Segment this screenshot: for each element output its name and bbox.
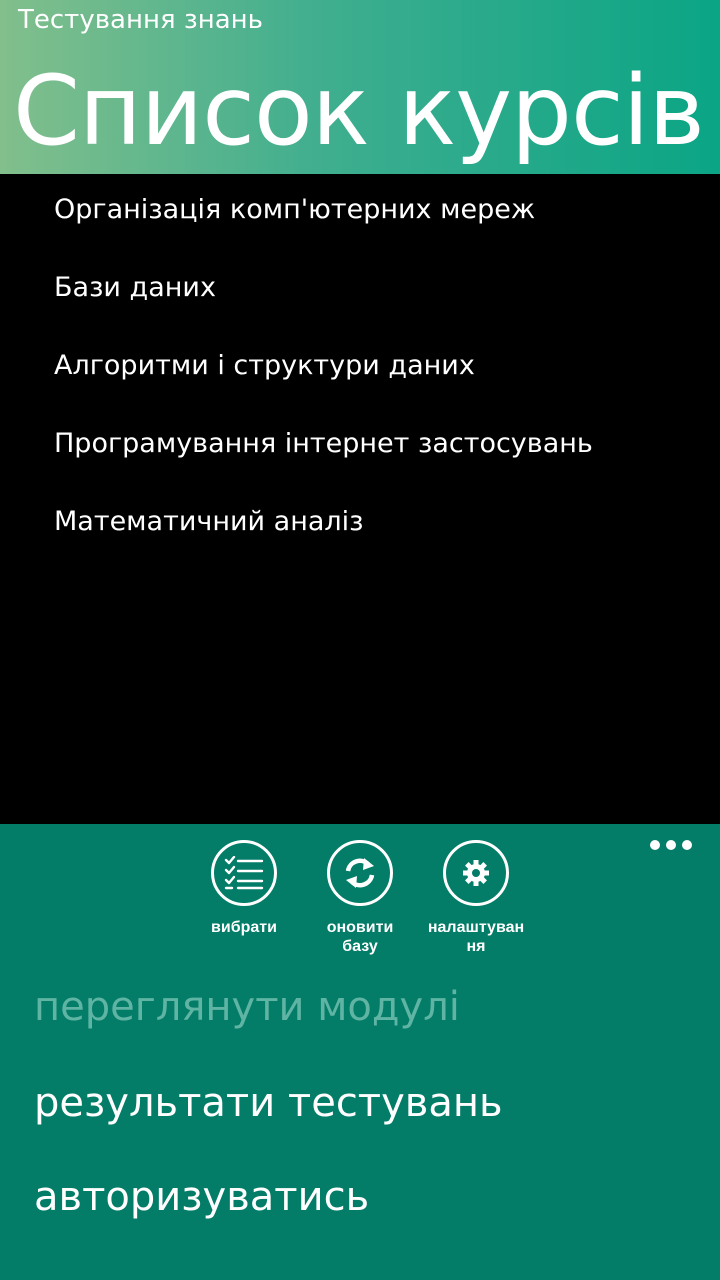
course-list: Організація комп'ютерних мереж Бази дани… [0, 174, 720, 824]
ellipsis-icon [650, 840, 660, 850]
page-title: Список курсів [13, 55, 705, 167]
select-button[interactable]: вибрати [186, 840, 302, 937]
screen: Тестування знань Список курсів Організац… [0, 0, 720, 1280]
refresh-icon [345, 858, 375, 888]
course-item-networks[interactable]: Організація комп'ютерних мереж [54, 194, 535, 225]
app-bar: вибрати оновити базу налаштування перегл… [0, 824, 720, 1280]
app-title: Тестування знань [18, 5, 263, 35]
menu-item-test-results[interactable]: результати тестувань [34, 1080, 503, 1126]
list-check-icon [224, 856, 264, 890]
ellipsis-icon [666, 840, 676, 850]
select-button-circle [211, 840, 277, 906]
menu-item-login[interactable]: авторизуватись [34, 1174, 369, 1220]
select-button-label: вибрати [211, 919, 277, 936]
refresh-button-label: оновити базу [326, 919, 394, 955]
course-item-calculus[interactable]: Математичний аналіз [54, 506, 364, 537]
settings-button-label: налаштування [427, 919, 525, 955]
more-button[interactable] [650, 838, 692, 852]
ellipsis-icon [682, 840, 692, 850]
gear-icon [463, 860, 489, 886]
menu-item-view-modules[interactable]: переглянути модулі [34, 984, 460, 1030]
course-item-databases[interactable]: Бази даних [54, 272, 216, 303]
settings-button-circle [443, 840, 509, 906]
course-item-algorithms[interactable]: Алгоритми і структури даних [54, 350, 475, 381]
settings-button[interactable]: налаштування [418, 840, 534, 956]
refresh-button-circle [327, 840, 393, 906]
header: Тестування знань Список курсів [0, 0, 720, 174]
refresh-database-button[interactable]: оновити базу [302, 840, 418, 956]
course-item-web-programming[interactable]: Програмування інтернет застосувань [54, 428, 593, 459]
